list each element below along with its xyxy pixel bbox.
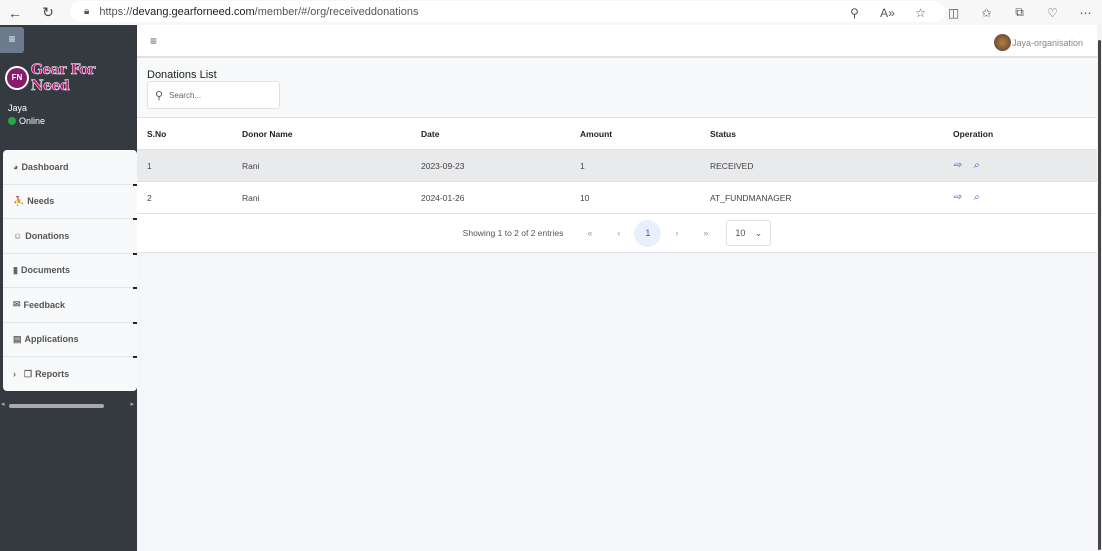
search-icon: ⚲: [155, 89, 164, 102]
forward-icon[interactable]: ⇨: [953, 160, 961, 171]
page-size-select[interactable]: 10 ⌄: [726, 220, 772, 246]
search-placeholder: Search...: [169, 90, 202, 100]
sidebar-item-reports[interactable]: › ❐ Reports: [3, 357, 137, 392]
favorite-icon[interactable]: ☆: [904, 6, 937, 20]
header-amount[interactable]: Amount: [580, 129, 612, 139]
sidebar-item-label: Dashboard: [21, 161, 69, 172]
page-title: Donations List: [147, 69, 217, 81]
sidebar-item-label: Documents: [20, 265, 70, 276]
prev-page-button[interactable]: ‹: [604, 228, 633, 238]
donations-icon: ☺: [13, 230, 23, 241]
sidebar-item-feedback[interactable]: ✉ Feedback: [3, 288, 137, 324]
cell-sno: 1: [147, 160, 152, 171]
cell-amount: 10: [580, 192, 590, 203]
sidebar-item-dashboard[interactable]: ◕ Dashboard: [3, 150, 137, 186]
page-size-value: 10: [735, 228, 746, 238]
profile-menu[interactable]: Jaya-organisation: [993, 34, 1083, 51]
user-status: Online: [19, 116, 46, 126]
split-screen-icon[interactable]: ◫: [937, 6, 970, 20]
sidebar-item-label: Reports: [35, 369, 70, 380]
pagination: Showing 1 to 2 of 2 entries « ‹ 1 › » 10…: [137, 214, 1097, 253]
view-icon[interactable]: ⌕: [973, 160, 979, 171]
url-domain: devang.gearforneed.com: [132, 5, 255, 18]
page-header: Donations List ⚲ Search...: [137, 58, 1097, 118]
sidebar-item-label: Needs: [27, 196, 55, 207]
user-panel: Jaya Online: [8, 102, 45, 128]
hamburger-icon[interactable]: ≡: [150, 34, 157, 48]
cell-status: AT_FUNDMANAGER: [710, 192, 792, 203]
header-sno[interactable]: S.No: [147, 129, 166, 139]
avatar: [993, 34, 1011, 51]
table-row: 2 Rani 2024-01-26 10 AT_FUNDMANAGER ⇨ ⌕: [137, 182, 1097, 214]
top-navbar: ≡ Jaya-organisation: [137, 25, 1097, 58]
table-row: 1 Rani 2023-09-23 1 RECEIVED ⇨ ⌕: [137, 150, 1097, 182]
sidebar-item-label: Feedback: [23, 299, 66, 310]
entries-info: Showing 1 to 2 of 2 entries: [462, 228, 564, 238]
sidebar-item-documents[interactable]: ▮ Documents: [3, 254, 137, 289]
logo-text: Gear For Need: [30, 62, 96, 95]
cell-date: 2024-01-26: [421, 192, 465, 203]
first-page-button[interactable]: «: [575, 228, 604, 238]
sidebar-item-applications[interactable]: ▤ Applications: [3, 323, 137, 358]
cell-donor-name: Rani: [242, 160, 260, 171]
needs-icon: ⛹: [13, 195, 25, 206]
address-bar[interactable]: 🔒︎ https://devang.gearforneed.com/member…: [70, 1, 945, 22]
profile-name: Jaya-organisation: [1011, 37, 1083, 48]
sidebar-horizontal-scrollbar[interactable]: ◂ ▸: [0, 401, 137, 410]
header-date[interactable]: Date: [421, 129, 439, 139]
user-name: Jaya: [8, 103, 28, 113]
document-icon: ▮: [13, 264, 18, 275]
url-prefix: https://: [99, 5, 133, 18]
sidebar: ≡ FN Gear For Need Jaya Online ◕ Dashboar…: [0, 25, 137, 551]
collections-icon[interactable]: ⧉: [1003, 5, 1036, 20]
url-path: /member/#/org/receiveddonations: [254, 5, 419, 18]
sidebar-toggle-button[interactable]: ≡: [0, 27, 24, 53]
search-input[interactable]: ⚲ Search...: [147, 81, 280, 109]
browser-toolbar: ← ↻ 🔒︎ https://devang.gearforneed.com/me…: [0, 0, 1102, 25]
envelope-icon: ✉: [13, 299, 21, 310]
donations-table: S.No Donor Name Date Amount Status Opera…: [137, 118, 1097, 253]
read-aloud-icon[interactable]: A»: [871, 6, 904, 20]
logo-mark: FN: [5, 66, 29, 90]
cell-date: 2023-09-23: [421, 160, 465, 171]
sidebar-item-label: Donations: [25, 230, 70, 241]
table-header: S.No Donor Name Date Amount Status Opera…: [137, 118, 1097, 150]
logo[interactable]: FN Gear For Need: [5, 62, 137, 94]
view-icon[interactable]: ⌕: [973, 192, 979, 203]
cell-donor-name: Rani: [242, 192, 260, 203]
dashboard-icon: ◕: [13, 161, 19, 172]
refresh-icon[interactable]: ↻: [39, 4, 57, 21]
forward-icon[interactable]: ⇨: [953, 192, 961, 203]
chevron-right-icon: ›: [13, 369, 16, 380]
header-status[interactable]: Status: [710, 129, 736, 139]
back-icon[interactable]: ←: [6, 5, 24, 21]
header-donor-name[interactable]: Donor Name: [242, 129, 293, 139]
zoom-icon[interactable]: ⚲: [838, 6, 871, 20]
browser-essentials-icon[interactable]: ♡: [1036, 6, 1069, 20]
cell-status: RECEIVED: [710, 160, 754, 171]
lock-icon: 🔒︎: [84, 6, 90, 17]
cell-sno: 2: [147, 192, 152, 203]
cell-amount: 1: [580, 160, 585, 171]
sidebar-item-needs[interactable]: ⛹ Needs: [3, 185, 137, 220]
copy-icon: ❐: [24, 368, 33, 379]
last-page-button[interactable]: »: [691, 228, 720, 238]
sidebar-item-label: Applications: [24, 334, 79, 345]
next-page-button[interactable]: ›: [662, 228, 691, 238]
header-operation: Operation: [953, 128, 994, 139]
online-dot-icon: [8, 117, 16, 125]
sidebar-item-donations[interactable]: ☺ Donations: [3, 219, 137, 255]
file-icon: ▤: [13, 333, 22, 344]
page-vertical-scrollbar[interactable]: [1097, 25, 1102, 551]
sidebar-menu: ◕ Dashboard ⛹ Needs ☺ Donations ▮ Documents …: [3, 150, 137, 391]
page-1-button[interactable]: 1: [634, 219, 662, 247]
chevron-down-icon: ⌄: [754, 227, 763, 238]
favorites-icon[interactable]: ✩: [970, 6, 1003, 20]
more-icon[interactable]: ⋯: [1069, 6, 1102, 20]
